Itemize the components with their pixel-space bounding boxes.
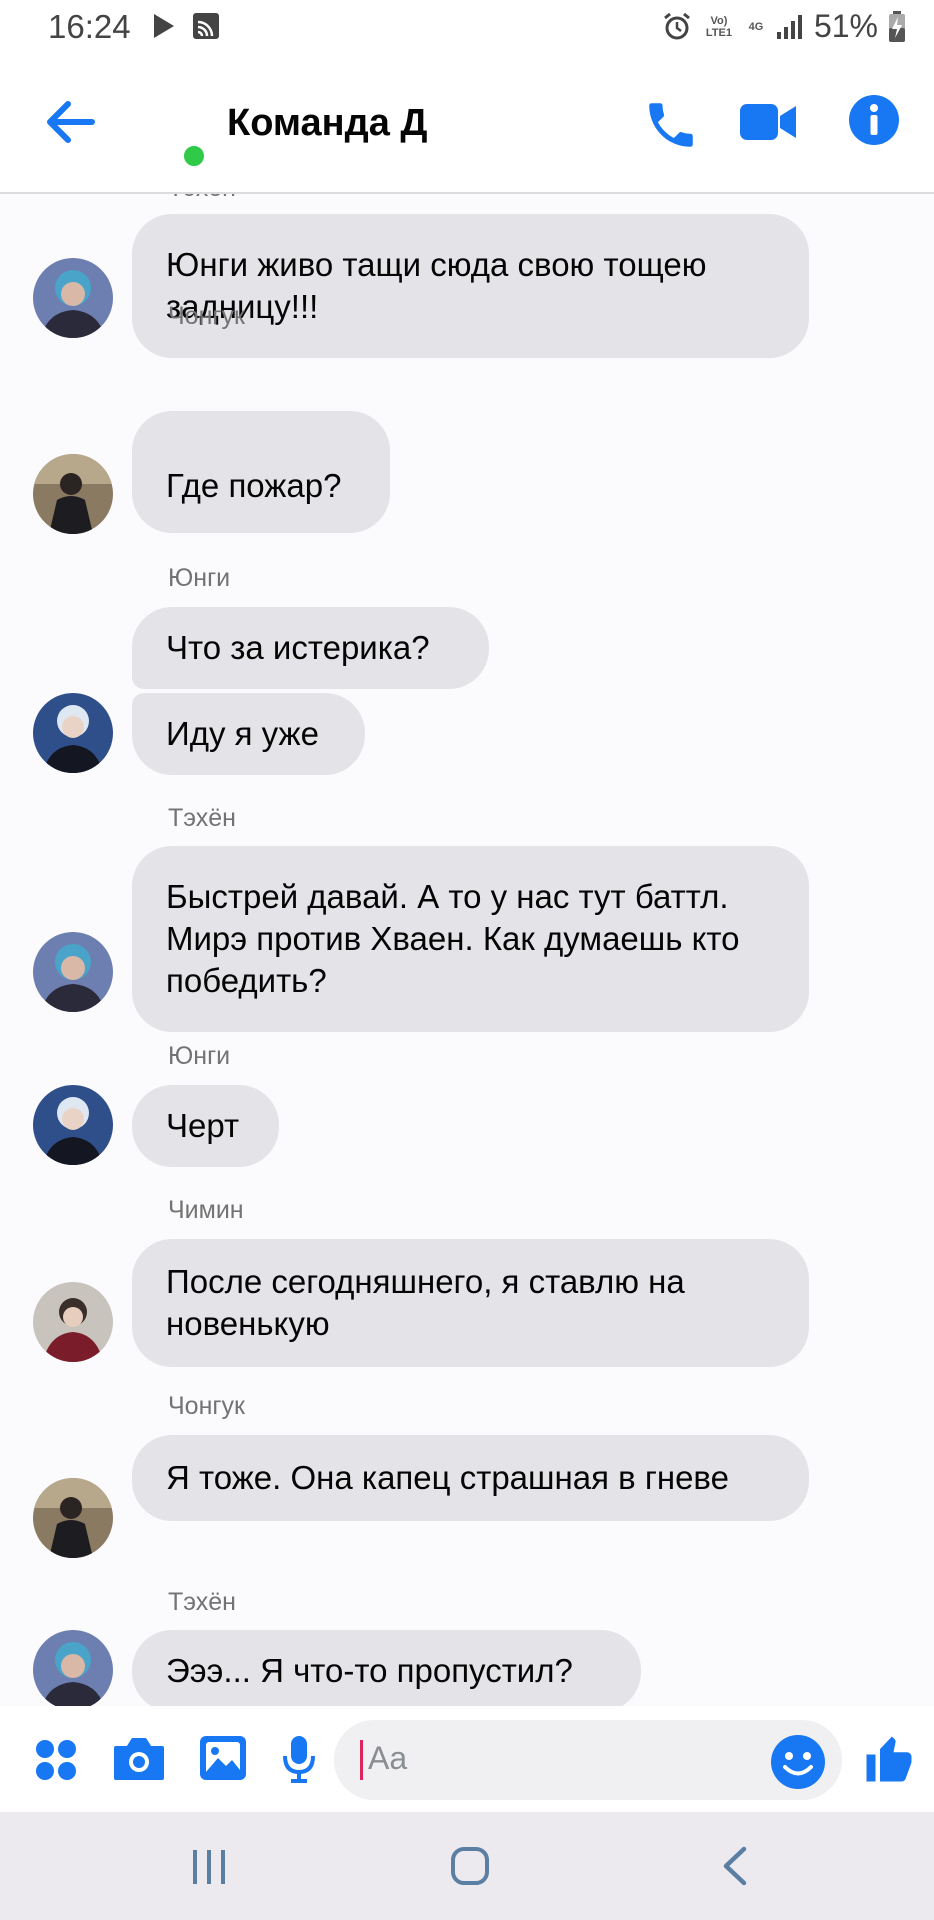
message-input[interactable]: Aa [334,1720,842,1800]
text-cursor [360,1740,363,1780]
avatar[interactable] [33,1630,113,1706]
message-bubble[interactable]: Быстрей давай. А то у нас тут баттл. Мир… [132,846,809,1032]
play-icon [154,14,174,38]
online-indicator [181,143,207,169]
video-camera-icon[interactable] [738,102,798,142]
message-list[interactable]: Тэхён Юнги живо тащи сюда свою тощею зад… [0,194,934,1706]
recents-icon[interactable] [190,1848,228,1886]
signal-icon [776,14,802,39]
sender-name: Чимин [168,1196,244,1224]
phone-icon[interactable] [642,96,700,154]
battery-charging-icon [889,10,905,42]
system-nav-bar [0,1812,934,1920]
avatar[interactable] [33,693,113,773]
message-bubble[interactable]: Иду я уже [132,693,365,775]
alarm-icon [664,12,690,39]
avatar[interactable] [33,454,113,534]
avatar[interactable] [33,1282,113,1362]
thumbs-up-icon[interactable] [862,1732,916,1786]
message-bubble[interactable]: Черт [132,1085,279,1167]
sender-name: Тэхён [168,1588,236,1616]
home-icon[interactable] [450,1846,490,1886]
message-bubble[interactable]: Эээ... Я что-то пропустил? [132,1630,641,1706]
message-text: Где пожар? [166,467,342,504]
message-bubble[interactable]: Я тоже. Она капец страшная в гневе [132,1435,809,1521]
message-bubble[interactable]: После сегодняшнего, я ставлю на новеньку… [132,1239,809,1367]
emoji-icon[interactable] [770,1734,826,1790]
avatar[interactable] [33,258,113,338]
cast-icon [193,13,219,39]
back-arrow-icon[interactable] [44,98,96,146]
battery-percent: 51% [813,8,878,44]
status-time: 16:24 [48,8,131,45]
sender-name: Тэхён [168,194,236,203]
message-bubble[interactable]: Что за истерика? [132,607,489,689]
network-label: 4G [748,20,764,33]
back-nav-icon[interactable] [720,1846,748,1886]
avatar[interactable] [33,1085,113,1165]
message-bubble[interactable]: Где пожар? [132,411,390,533]
sender-name: Тэхён [168,804,236,832]
message-bubble[interactable]: Юнги живо тащи сюда свою тощею задницу!!… [132,214,809,358]
avatar[interactable] [33,932,113,1012]
apps-icon[interactable] [34,1738,78,1782]
conversation-header: Команда Д [0,56,934,194]
sender-name: Юнги [168,564,231,592]
sender-name: Чонгук [168,1392,245,1420]
avatar[interactable] [33,1478,113,1558]
conversation-title[interactable]: Команда Д [227,102,427,145]
info-icon[interactable] [848,94,900,146]
camera-icon[interactable] [112,1736,166,1782]
sender-name: Юнги [168,1042,231,1070]
sender-name: Чонгук [168,302,245,330]
microphone-icon[interactable] [282,1734,316,1784]
status-bar: 16:24 Vo) LTE1 4G 51% [0,0,934,56]
message-input-placeholder: Aa [368,1740,408,1776]
gallery-icon[interactable] [198,1734,248,1782]
message-composer: Aa [0,1706,934,1812]
lte-label: Vo) LTE1 [705,14,732,39]
